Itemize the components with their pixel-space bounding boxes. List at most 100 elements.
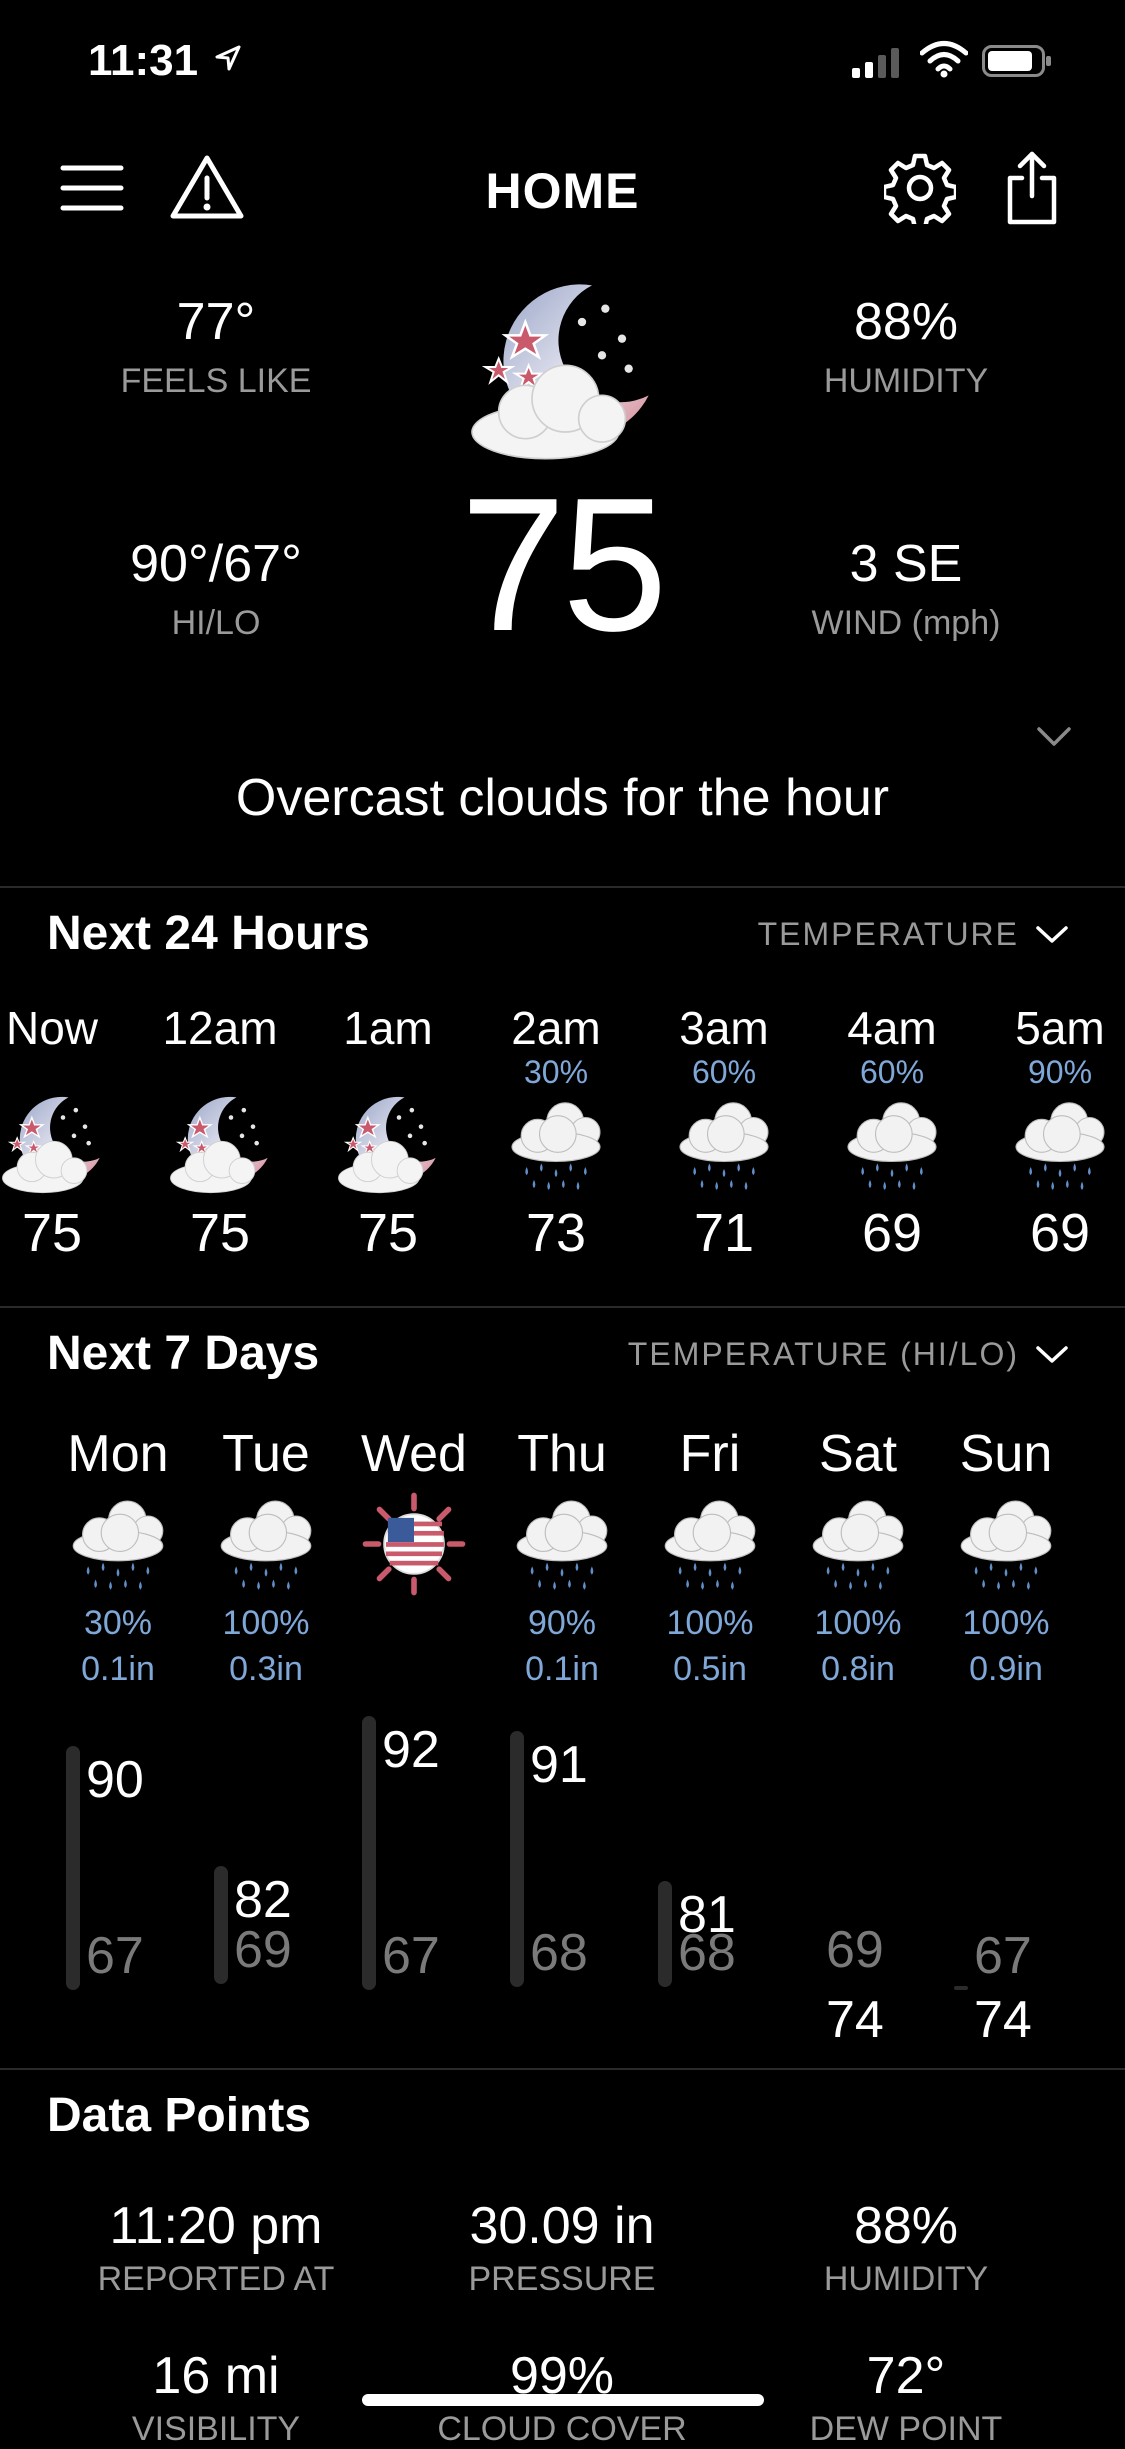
home-indicator[interactable]: [362, 2394, 764, 2406]
data-point: 72° DEW POINT: [731, 2346, 1081, 2449]
share-icon[interactable]: [1004, 150, 1060, 226]
hour-precip-chance: [0, 1054, 136, 1090]
day-precip-amount: 0.9in: [969, 1650, 1043, 1688]
hour-temperature: 75: [21, 1203, 83, 1263]
hour-time: 2am: [511, 1002, 601, 1054]
day-low: 67: [382, 1927, 440, 1985]
daily-section-title: Next 7 Days: [47, 1327, 320, 1380]
day-precip-chance: 100%: [962, 1604, 1050, 1642]
wifi-icon: [920, 41, 968, 78]
wind-value: 3 SE: [849, 535, 963, 593]
day-low: 69: [826, 1921, 884, 1979]
rain-icon: [950, 1488, 1062, 1600]
status-time: 11:31: [88, 36, 199, 85]
current-temperature: 75: [460, 459, 667, 671]
rain-icon: [506, 1488, 618, 1600]
cellular-signal-icon: [852, 48, 899, 78]
hour-temperature: 71: [693, 1203, 755, 1263]
hour-item[interactable]: 12am 75: [136, 1002, 304, 1264]
day-name: Thu: [517, 1425, 607, 1483]
hour-precip-chance: 60%: [859, 1054, 925, 1090]
hour-item[interactable]: 2am 30% 73: [472, 1002, 640, 1264]
day-item[interactable]: Thu 90% 0.1in: [488, 1424, 636, 1692]
data-point-label: HUMIDITY: [823, 2260, 989, 2298]
day-name: Tue: [222, 1425, 310, 1483]
hour-item[interactable]: Now 75: [0, 1002, 136, 1264]
chevron-down-icon[interactable]: [1036, 726, 1072, 748]
temp-range-bar: [954, 1986, 968, 1990]
hour-item[interactable]: 4am 60% 69: [808, 1002, 976, 1264]
hourly-section-title: Next 24 Hours: [47, 907, 370, 960]
hour-precip-chance: [304, 1054, 472, 1090]
night-cloudy-icon: [333, 1090, 443, 1200]
hour-precip-chance: 90%: [1027, 1054, 1093, 1090]
hour-item[interactable]: 5am 90% 69: [976, 1002, 1125, 1264]
daily-metric-selector[interactable]: TEMPERATURE (HI/LO): [628, 1336, 1069, 1373]
day-low: 67: [86, 1927, 144, 1985]
data-point-value: 88%: [853, 2197, 959, 2255]
humidity-value: 88%: [853, 293, 959, 351]
hourly-metric-label: TEMPERATURE: [757, 916, 1019, 952]
day-item[interactable]: Wed: [340, 1424, 488, 1692]
temp-range-bar: [214, 1866, 228, 1984]
day-high: 74: [826, 1991, 884, 2049]
data-point: 88% HUMIDITY: [731, 2196, 1081, 2299]
battery-icon: [982, 45, 1051, 77]
data-point: 16 mi VISIBILITY: [41, 2346, 391, 2449]
day-item[interactable]: Sat 100% 0.8in: [784, 1424, 932, 1692]
wind-label: WIND (mph): [811, 604, 1001, 642]
day-item[interactable]: Tue 100% 0.3in: [192, 1424, 340, 1692]
day-item[interactable]: Fri 100% 0.5in: [636, 1424, 784, 1692]
temp-range-bar: [510, 1731, 524, 1987]
day-name: Sun: [959, 1425, 1053, 1483]
divider: [0, 1306, 1125, 1308]
hour-time: 3am: [679, 1002, 769, 1054]
divider: [0, 2068, 1125, 2070]
daily-metric-label: TEMPERATURE (HI/LO): [627, 1336, 1019, 1372]
hour-time: 1am: [343, 1002, 433, 1054]
location-arrow-icon: [215, 45, 241, 71]
hourly-metric-selector[interactable]: TEMPERATURE: [758, 916, 1069, 953]
temp-range-bar: [66, 1746, 80, 1990]
sun-flag-icon: [358, 1488, 470, 1600]
weather-summary: Overcast clouds for the hour: [235, 769, 890, 827]
day-item[interactable]: Sun 100% 0.9in: [932, 1424, 1080, 1692]
night-cloudy-icon: [165, 1090, 275, 1200]
day-low: 68: [678, 1924, 736, 1982]
day-precip-amount: 0.8in: [821, 1650, 895, 1688]
day-high: 92: [382, 1721, 440, 1779]
temp-range-bar: [658, 1881, 672, 1987]
data-point: 30.09 in PRESSURE: [387, 2196, 737, 2299]
hour-item[interactable]: 1am 75: [304, 1002, 472, 1264]
day-item[interactable]: Mon 30% 0.1in: [44, 1424, 192, 1692]
chevron-down-icon: [1036, 925, 1068, 943]
hour-temperature: 75: [357, 1203, 419, 1263]
day-precip-amount: 0.5in: [673, 1650, 747, 1688]
data-points-title: Data Points: [47, 2089, 312, 2142]
hilo-value: 90°/67°: [130, 535, 302, 593]
day-precip-chance: 30%: [83, 1604, 153, 1642]
day-name: Sat: [818, 1425, 898, 1483]
data-point-value: 30.09 in: [469, 2197, 655, 2255]
hour-time: 4am: [847, 1002, 937, 1054]
chevron-down-icon: [1036, 1345, 1068, 1363]
rain-icon: [654, 1488, 766, 1600]
hour-precip-chance: [136, 1054, 304, 1090]
day-precip-chance: 100%: [666, 1604, 754, 1642]
gear-icon[interactable]: [884, 152, 956, 224]
hour-precip-chance: 30%: [523, 1054, 589, 1090]
data-point-value: 16 mi: [152, 2347, 280, 2405]
rain-icon: [837, 1090, 947, 1200]
day-precip-amount: [340, 1646, 488, 1692]
rain-icon: [1005, 1090, 1115, 1200]
hour-item[interactable]: 3am 60% 71: [640, 1002, 808, 1264]
feels-like-value: 77°: [176, 293, 256, 351]
rain-icon: [669, 1090, 779, 1200]
data-point-label: DEW POINT: [809, 2410, 1003, 2448]
data-point: 11:20 pm REPORTED AT: [41, 2196, 391, 2299]
data-point-value: 11:20 pm: [109, 2197, 323, 2255]
night-cloudy-icon: [0, 1090, 107, 1200]
day-precip-amount: 0.1in: [81, 1650, 155, 1688]
hour-time: Now: [5, 1002, 99, 1054]
rain-icon: [62, 1488, 174, 1600]
